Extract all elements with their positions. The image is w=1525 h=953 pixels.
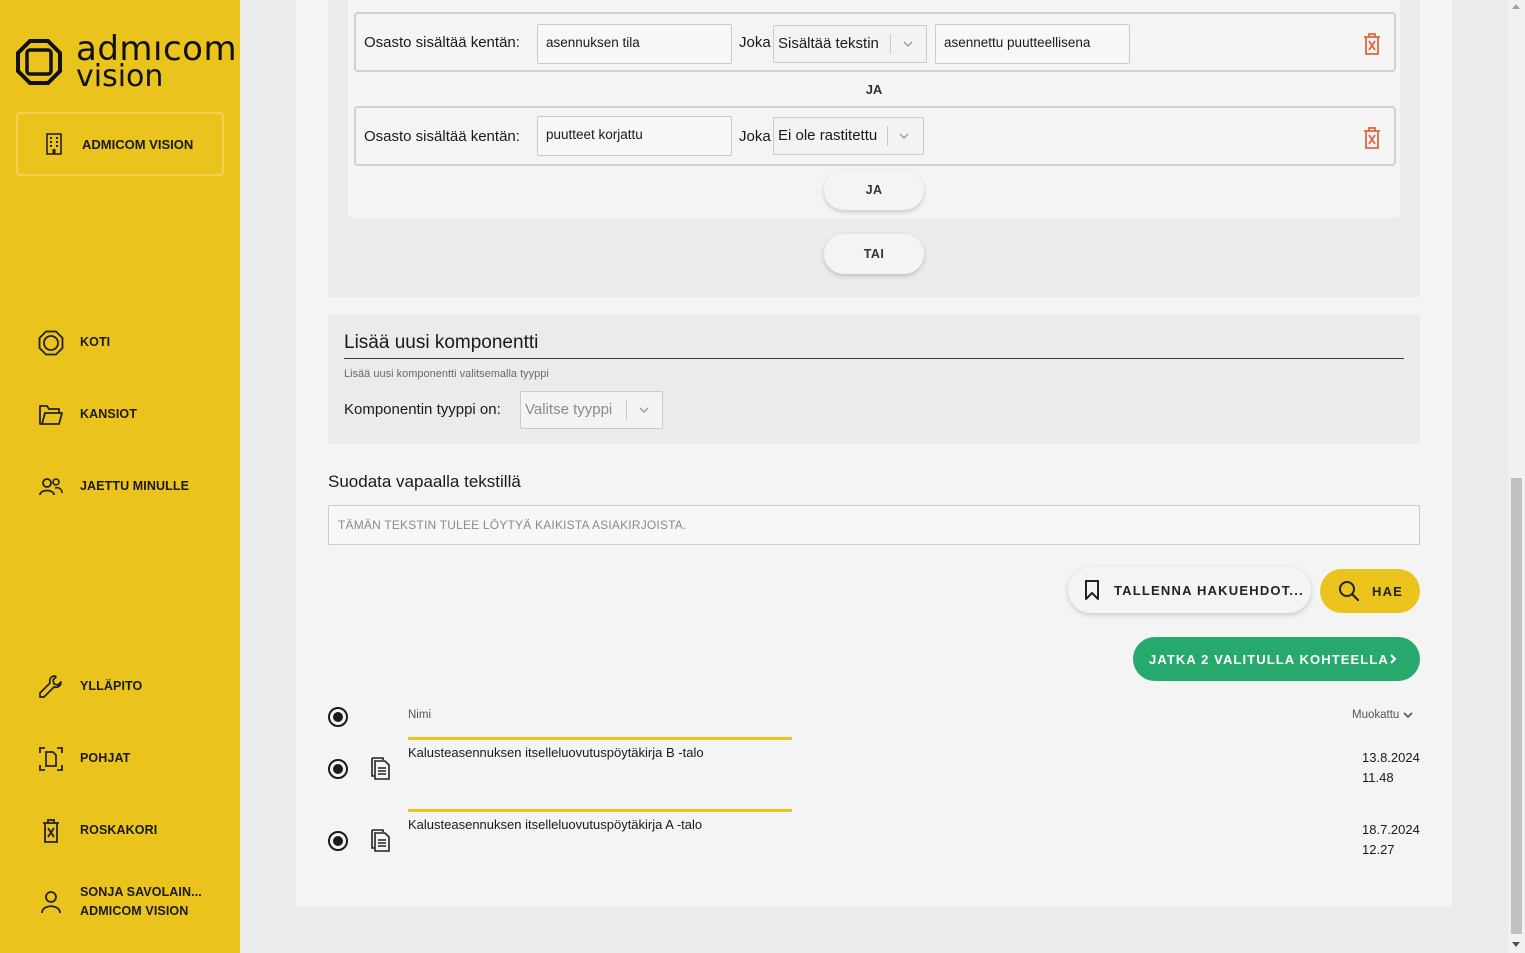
continue-with-selected-button[interactable]: JATKA 2 VALITULLA KOHTEELLA [1133,637,1420,681]
user-icon [38,889,64,915]
scroll-up-arrow-icon[interactable] [1512,4,1520,9]
save-search-button[interactable]: TALLENNA HAKUEHDOT... [1068,567,1311,613]
logo-octagon-icon [16,38,62,85]
modified-date-day: 18.7.2024 [1362,822,1420,837]
nav-item-kansiot[interactable]: KANSIOT [38,402,137,428]
modified-date-day: 13.8.2024 [1362,750,1420,765]
add-and-condition-button[interactable]: JA [824,170,924,210]
bookmark-icon [1085,580,1099,600]
user-organization: ADMICOM VISION [80,904,189,919]
search-button[interactable]: HAE [1320,569,1420,613]
home-icon [38,330,64,356]
chevron-down-icon [639,407,649,413]
condition-label: Osasto sisältää kentän: [364,128,520,145]
free-text-input[interactable]: TÄMÄN TEKSTIN TULEE LÖYTYÄ KAIKISTA ASIA… [328,505,1420,545]
chevron-down-icon [899,133,909,139]
admicom-vision-logo[interactable]: admıcom vision [16,32,237,91]
joka-label: Joka [739,34,771,51]
nav-label-pohjat: POHJAT [80,751,131,766]
nav-label-koti: KOTI [80,335,111,350]
operator-select[interactable]: Sisältää tekstin [773,25,927,63]
filter-conditions-block: Osasto sisältää kentän: asennuksen tila … [328,0,1420,297]
document-name-link[interactable]: Kalusteasennuksen itselleluovutuspöytäki… [408,817,702,832]
nav-label-kansiot: KANSIOT [80,407,137,422]
nav-item-roskakori[interactable]: ROSKAKORI [38,818,157,844]
modified-date: 18.7.2024 12.27 [1362,820,1420,860]
organization-button[interactable]: ADMICOM VISION [16,112,224,176]
document-name-link[interactable]: Kalusteasennuksen itselleluovutuspöytäki… [408,745,704,760]
operator-select[interactable]: Ei ole rastitettu [773,117,924,155]
delete-condition-icon[interactable] [1362,126,1382,150]
users-icon [38,474,64,500]
add-component-title: Lisää uusi komponentti [344,332,539,353]
row-select-radio[interactable] [328,831,348,851]
modified-date-time: 11.48 [1362,770,1394,785]
chevron-right-icon [1390,654,1397,664]
search-icon [1339,581,1360,602]
field-name-input[interactable]: puutteet korjattu [537,116,732,156]
select-all-radio[interactable] [328,707,348,727]
column-header-modified-label: Muokattu [1352,709,1400,721]
document-icon [371,757,390,780]
condition-row: Osasto sisältää kentän: puutteet korjatt… [354,106,1396,166]
condition-value-input[interactable]: asennettu puutteellisena [935,24,1130,64]
add-or-group-button[interactable]: TAI [824,234,924,274]
sidebar: admıcom vision ADMICOM VISION KOTI KANSI… [0,0,240,953]
component-type-placeholder: Valitse tyyppi [525,401,613,418]
modified-date: 13.8.2024 11.48 [1362,748,1420,788]
document-icon [371,829,390,852]
add-component-hint: Lisää uusi komponentti valitsemalla tyyp… [344,368,549,380]
scrollbar-thumb[interactable] [1511,478,1522,934]
nav-item-jaettu-minulle[interactable]: JAETTU MINULLE [38,474,189,500]
delete-condition-icon[interactable] [1362,32,1382,56]
search-content-panel: Osasto sisältää kentän: asennuksen tila … [296,0,1452,906]
search-label: HAE [1372,583,1404,599]
nav-item-pohjat[interactable]: POHJAT [38,746,130,772]
column-header-modified[interactable]: Muokattu [1352,709,1414,721]
and-separator: JA [865,82,883,97]
column-header-name[interactable]: Nimi [408,709,431,721]
condition-row: Osasto sisältää kentän: asennuksen tila … [354,12,1396,72]
free-text-title: Suodata vapaalla tekstillä [328,472,521,491]
continue-label: JATKA 2 VALITULLA KOHTEELLA [1149,651,1389,667]
save-search-label: TALLENNA HAKUEHDOT... [1114,582,1304,598]
folder-icon [38,402,64,428]
organization-button-label: ADMICOM VISION [82,136,194,152]
row-highlight-bar [408,809,792,812]
operator-select-value: Sisältää tekstin [778,35,879,52]
row-highlight-bar [408,737,792,740]
field-name-input[interactable]: asennuksen tila [537,24,732,64]
joka-label: Joka [739,128,771,145]
user-profile[interactable]: SONJA SAVOLAIN... ADMICOM VISION [38,883,202,922]
nav-label-jaettu-minulle: JAETTU MINULLE [80,479,190,494]
wrench-icon [38,674,64,700]
template-icon [38,746,64,772]
component-type-label: Komponentin tyyppi on: [344,401,501,418]
sort-chevron-down-icon [1403,712,1413,719]
nav-label-yllapito: YLLÄPITO [80,679,143,694]
user-name: SONJA SAVOLAIN... [80,885,202,899]
modified-date-time: 12.27 [1362,842,1395,857]
divider [344,358,1404,359]
and-condition-group: Osasto sisältää kentän: asennuksen tila … [348,0,1400,218]
page-scrollbar[interactable] [1508,0,1525,953]
row-select-radio[interactable] [328,759,348,779]
scroll-down-arrow-icon[interactable] [1512,942,1520,947]
add-component-section: Lisää uusi komponentti Lisää uusi kompon… [328,314,1420,444]
chevron-down-icon [903,41,913,47]
nav-item-koti[interactable]: KOTI [38,330,110,356]
component-type-select[interactable]: Valitse tyyppi [520,391,663,429]
building-icon [46,133,62,155]
condition-label: Osasto sisältää kentän: [364,34,520,51]
operator-select-value: Ei ole rastitettu [778,127,878,144]
nav-label-roskakori: ROSKAKORI [80,823,158,838]
nav-item-yllapito[interactable]: YLLÄPITO [38,674,142,700]
trash-icon [38,818,64,844]
